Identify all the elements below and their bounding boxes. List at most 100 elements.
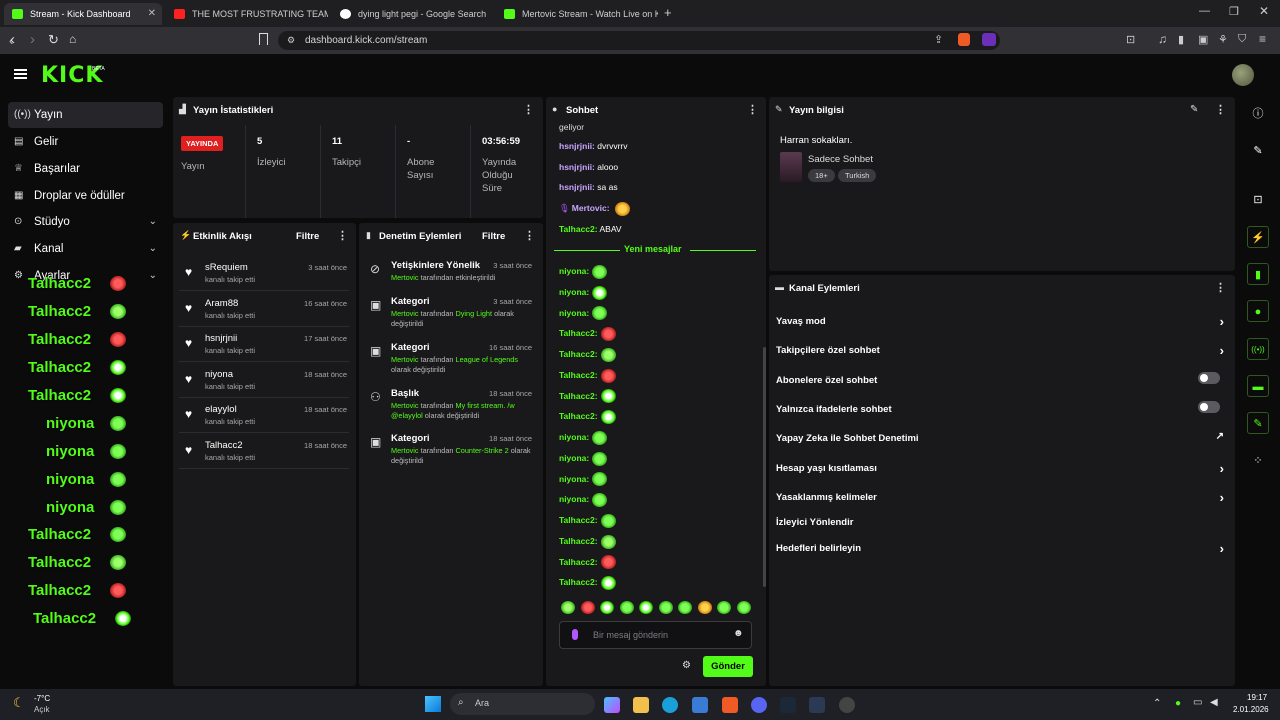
media-icon[interactable]: ♫	[1158, 32, 1167, 46]
more-options-icon[interactable]: ⋮	[523, 103, 534, 116]
steam-icon[interactable]	[780, 697, 796, 713]
sidebar-item-yayin[interactable]: ((•)) Yayın	[8, 102, 163, 128]
chat-username[interactable]: Talhacc2:	[559, 557, 598, 567]
menu-icon[interactable]: ≡	[1259, 32, 1266, 46]
activity-item[interactable]: ♥ hsnjrjnii kanalı takip etti 17 saat önce	[179, 327, 349, 363]
microphone-tray-icon[interactable]: ●	[1175, 698, 1181, 709]
moderation-icon[interactable]: ▮	[1247, 263, 1269, 285]
chat-input[interactable]: Bir mesaj gönderin ☻	[559, 621, 752, 649]
emote-picker-icon[interactable]	[697, 601, 712, 614]
chat-username[interactable]: niyona:	[559, 453, 589, 463]
file-explorer-icon[interactable]	[633, 697, 649, 713]
sidebar-item-studyo[interactable]: ⊙ Stüdyo ⌄	[8, 209, 163, 235]
user-avatar[interactable]	[1232, 64, 1254, 86]
wrench-icon[interactable]: ✎	[1247, 412, 1269, 434]
reload-icon[interactable]: ↻	[48, 32, 59, 48]
clock-time[interactable]: 19:17	[1247, 693, 1267, 702]
vpn-icon[interactable]: ⛉	[1238, 33, 1246, 46]
microphone-icon[interactable]	[572, 629, 578, 640]
chat-icon[interactable]: ●	[1247, 300, 1269, 322]
layout-icon[interactable]: ⁘	[1247, 450, 1269, 472]
activity-item[interactable]: ♥ Aram88 kanalı takip etti 16 saat önce	[179, 292, 349, 327]
activity-item[interactable]: ♥ sRequiem kanalı takip etti 3 saat önce	[179, 256, 349, 291]
emote-picker-icon[interactable]	[717, 601, 731, 614]
site-info-icon[interactable]: ⚙	[287, 35, 295, 46]
chat-username[interactable]: Talhacc2:	[559, 515, 598, 525]
sidebar-item-gelir[interactable]: ▤ Gelir	[8, 129, 163, 155]
activity-item[interactable]: ♥ niyona kanalı takip etti 18 saat önce	[179, 363, 349, 398]
chat-username[interactable]: niyona:	[559, 266, 589, 276]
chat-username[interactable]: Talhacc2:	[559, 391, 598, 401]
moderation-item[interactable]: ⚇ Başlık Mertovic tarafından My first stre…	[366, 384, 536, 429]
windows-start-icon[interactable]	[425, 696, 441, 712]
chat-username[interactable]: Talhacc2:	[559, 577, 598, 587]
activity-filter-button[interactable]: Filtre	[296, 231, 319, 242]
maximize-icon[interactable]: ❐	[1229, 5, 1239, 18]
emote-picker-icon[interactable]	[580, 601, 595, 614]
close-tab-icon[interactable]: ✕	[148, 3, 156, 25]
emote-picker-icon[interactable]	[561, 601, 575, 614]
address-bar[interactable]: dashboard.kick.com/stream	[278, 31, 1000, 50]
sidebar-item-kanal[interactable]: ▰ Kanal ⌄	[8, 236, 163, 262]
screenshot-icon[interactable]: ⊡	[1126, 33, 1135, 46]
tab-youtube[interactable]: THE MOST FRUSTRATING TEAM EVE	[166, 3, 328, 25]
clock-date[interactable]: 2.01.2026	[1233, 705, 1269, 714]
weather-desc[interactable]: Açık	[34, 705, 50, 714]
chat-username[interactable]: niyona:	[559, 494, 589, 504]
emote-picker-icon[interactable]	[619, 601, 634, 614]
edit-icon[interactable]: ✎	[1247, 140, 1269, 162]
bookmark-icon[interactable]	[259, 33, 268, 45]
chat-scrollbar[interactable]	[763, 347, 766, 587]
emote-picker-icon[interactable]	[658, 601, 673, 614]
store-icon[interactable]	[692, 697, 708, 713]
chat-username[interactable]: Mertovic:	[572, 203, 610, 213]
chat-username[interactable]: Talhacc2:	[559, 349, 598, 359]
emote-picker-icon[interactable]	[639, 601, 653, 614]
volume-icon[interactable]: ◀	[1210, 697, 1218, 708]
forward-icon[interactable]: ›	[30, 31, 35, 48]
chat-username[interactable]: Talhacc2:	[559, 536, 598, 546]
emote-picker-icon[interactable]	[736, 601, 751, 614]
activity-item[interactable]: ♥ elayylol kanalı takip etti 18 saat önce	[179, 398, 349, 434]
moderation-item[interactable]: ▣ Kategori Mertovic tarafından Dying Light…	[366, 292, 536, 337]
info-icon[interactable]: ⓘ	[1247, 103, 1269, 125]
new-tab-button[interactable]: +	[664, 5, 672, 20]
more-options-icon[interactable]: ⋮	[524, 229, 535, 242]
copilot-icon[interactable]	[604, 697, 620, 713]
activity-item[interactable]: ♥ Talhacc2 kanalı takip etti 18 saat önce	[179, 434, 349, 469]
extensions-icon[interactable]: ⚘	[1218, 33, 1228, 46]
chat-username[interactable]: Talhacc2:	[559, 328, 598, 338]
hamburger-menu-icon[interactable]	[14, 69, 27, 79]
chat-username[interactable]: hsnjrjnii:	[559, 182, 595, 192]
channel-action-item[interactable]: Abonelere özel sohbet	[776, 372, 1228, 404]
more-options-icon[interactable]: ⋮	[1215, 103, 1226, 116]
brave-shields-icon[interactable]	[958, 33, 970, 46]
taskbar-search[interactable]: ⌕ Ara	[450, 693, 595, 715]
chat-settings-icon[interactable]: ⚙	[682, 660, 691, 671]
emote-picker-icon[interactable]	[678, 601, 692, 614]
more-options-icon[interactable]: ⋮	[747, 103, 758, 116]
focus-icon[interactable]: ⊡	[1247, 189, 1269, 211]
more-options-icon[interactable]: ⋮	[1215, 281, 1226, 294]
chat-username[interactable]: niyona:	[559, 287, 589, 297]
minimize-icon[interactable]: —	[1199, 5, 1210, 17]
network-icon[interactable]: ▭	[1193, 697, 1202, 708]
channel-action-item[interactable]: Yavaş mod ›	[776, 314, 1228, 345]
chat-username[interactable]: niyona:	[559, 308, 589, 318]
close-window-icon[interactable]: ✕	[1259, 4, 1269, 18]
chat-username[interactable]: Talhacc2:	[559, 224, 598, 234]
edit-icon[interactable]: ✎	[1190, 104, 1198, 115]
channel-icon[interactable]: ▬	[1247, 375, 1269, 397]
moderation-item[interactable]: ▣ Kategori Mertovic tarafından Counter-Str…	[366, 429, 536, 474]
moderation-item[interactable]: ▣ Kategori Mertovic tarafından League of L…	[366, 338, 536, 383]
channel-action-item[interactable]: Yapay Zeka ile Sohbet Denetimi ↗	[776, 431, 1228, 462]
weather-temp[interactable]: -7°C	[34, 694, 50, 703]
back-icon[interactable]: ‹	[10, 31, 15, 48]
channel-action-item[interactable]: Takipçilere özel sohbet ›	[776, 343, 1228, 374]
sidebar-toggle-icon[interactable]: ▮	[1178, 33, 1184, 46]
chat-username[interactable]: hsnjrjnii:	[559, 162, 595, 172]
moderation-filter-button[interactable]: Filtre	[482, 231, 505, 242]
channel-action-item[interactable]: İzleyici Yönlendir	[776, 517, 1228, 546]
steam-alt-icon[interactable]	[809, 697, 825, 713]
chat-username[interactable]: hsnjrjnii:	[559, 141, 595, 151]
